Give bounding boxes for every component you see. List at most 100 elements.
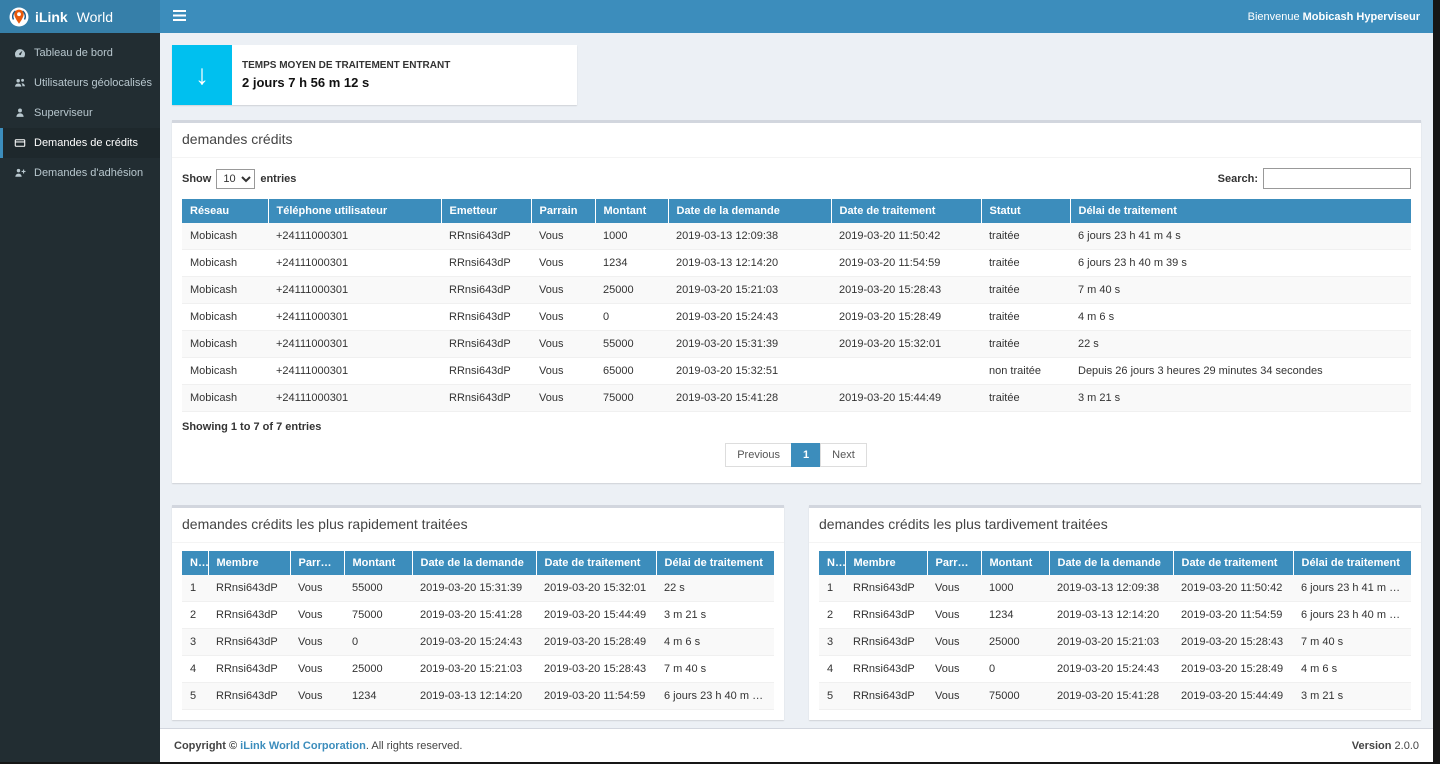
- table-cell: Vous: [290, 656, 344, 683]
- sidebar-menu: Tableau de bord Utilisateurs géolocalisé…: [0, 33, 160, 188]
- pagination: Previous 1 Next: [182, 439, 1411, 473]
- table-cell: 2019-03-20 11:54:59: [831, 250, 981, 277]
- column-header[interactable]: Membre: [845, 551, 927, 575]
- table-cell: Mobicash: [182, 304, 268, 331]
- column-header[interactable]: Délai de traitement: [1070, 199, 1411, 223]
- table-row: 4RRnsi643dPVous02019-03-20 15:24:432019-…: [819, 656, 1411, 683]
- sidebar-item-tableau-de-bord[interactable]: Tableau de bord: [0, 38, 160, 68]
- column-header[interactable]: Délai de traitement: [656, 551, 774, 575]
- table-cell: [831, 358, 981, 385]
- copyright-label: Copyright ©: [174, 740, 237, 752]
- column-header[interactable]: Date de traitement: [536, 551, 656, 575]
- table-row: 5RRnsi643dPVous12342019-03-13 12:14:2020…: [182, 683, 774, 710]
- table-cell: traitée: [981, 223, 1070, 250]
- table-cell: 2019-03-20 15:31:39: [668, 331, 831, 358]
- table-cell: Vous: [531, 277, 595, 304]
- table-cell: 1: [182, 575, 208, 602]
- column-header[interactable]: Téléphone utilisateur: [268, 199, 441, 223]
- table-cell: 5: [819, 683, 845, 710]
- sidebar-item-demandes-de-credits[interactable]: Demandes de crédits: [0, 128, 160, 158]
- table-cell: RRnsi643dP: [208, 683, 290, 710]
- column-header[interactable]: N°: [819, 551, 845, 575]
- column-header[interactable]: Parrain: [290, 551, 344, 575]
- table-row: Mobicash+24111000301RRnsi643dPVous123420…: [182, 250, 1411, 277]
- header-row: N°MembreParrainMontantDate de la demande…: [182, 551, 774, 575]
- search-control: Search:: [1218, 168, 1411, 189]
- table-cell: 25000: [344, 656, 412, 683]
- column-header[interactable]: Réseau: [182, 199, 268, 223]
- table-cell: 3: [819, 629, 845, 656]
- box-body: N°MembreParrainMontantDate de la demande…: [809, 543, 1421, 720]
- table-cell: Vous: [290, 575, 344, 602]
- search-input[interactable]: [1263, 168, 1411, 189]
- box-title: demandes crédits les plus rapidement tra…: [182, 516, 468, 532]
- table-cell: 2019-03-20 15:24:43: [668, 304, 831, 331]
- page-length-select[interactable]: 10: [216, 169, 255, 189]
- header-row: N°MembreParrainMontantDate de la demande…: [819, 551, 1411, 575]
- table-cell: 22 s: [656, 575, 774, 602]
- table-cell: traitée: [981, 385, 1070, 412]
- table-row: 4RRnsi643dPVous250002019-03-20 15:21:032…: [182, 656, 774, 683]
- table-cell: Mobicash: [182, 358, 268, 385]
- welcome-user: Mobicash Hyperviseur: [1303, 11, 1420, 23]
- table-cell: 3 m 21 s: [656, 602, 774, 629]
- column-header[interactable]: Date de la demande: [412, 551, 536, 575]
- table-cell: Mobicash: [182, 277, 268, 304]
- table-cell: RRnsi643dP: [845, 602, 927, 629]
- table-cell: traitée: [981, 331, 1070, 358]
- sidebar-item-utilisateurs-geolocalises[interactable]: Utilisateurs géolocalisés: [0, 68, 160, 98]
- column-header[interactable]: Parrain: [531, 199, 595, 223]
- column-header[interactable]: Délai de traitement: [1293, 551, 1411, 575]
- column-header[interactable]: Date de la demande: [1049, 551, 1173, 575]
- search-label: Search:: [1218, 173, 1258, 185]
- table-cell: 2019-03-13 12:14:20: [412, 683, 536, 710]
- brand-logo[interactable]: iLinkWorld: [0, 0, 160, 33]
- box-body: N°MembreParrainMontantDate de la demande…: [172, 543, 784, 720]
- welcome-prefix: Bienvenue: [1248, 11, 1300, 23]
- top-navbar: BienvenueMobicash Hyperviseur: [160, 0, 1433, 33]
- column-header[interactable]: Statut: [981, 199, 1070, 223]
- sidebar-item-superviseur[interactable]: Superviseur: [0, 98, 160, 128]
- table-cell: 2: [819, 602, 845, 629]
- app-window: iLinkWorld BienvenueMobicash Hyperviseur: [0, 0, 1433, 762]
- column-header[interactable]: Emetteur: [441, 199, 531, 223]
- column-header[interactable]: Parrain: [927, 551, 981, 575]
- slowest-processed-box: demandes crédits les plus tardivement tr…: [809, 505, 1421, 720]
- table-cell: RRnsi643dP: [208, 629, 290, 656]
- users-icon: [14, 77, 26, 89]
- column-header[interactable]: N°: [182, 551, 208, 575]
- previous-page-button[interactable]: Previous: [725, 443, 792, 467]
- table-cell: 2019-03-20 15:28:49: [1173, 656, 1293, 683]
- sidebar-toggle-button[interactable]: [160, 0, 199, 33]
- table-cell: traitée: [981, 304, 1070, 331]
- table-cell: RRnsi643dP: [441, 385, 531, 412]
- table-cell: +24111000301: [268, 331, 441, 358]
- column-header[interactable]: Montant: [344, 551, 412, 575]
- table-row: Mobicash+24111000301RRnsi643dPVous750002…: [182, 385, 1411, 412]
- column-header[interactable]: Montant: [595, 199, 668, 223]
- table-body: Mobicash+24111000301RRnsi643dPVous100020…: [182, 223, 1411, 412]
- table-row: 3RRnsi643dPVous250002019-03-20 15:21:032…: [819, 629, 1411, 656]
- table-body: 1RRnsi643dPVous10002019-03-13 12:09:3820…: [819, 575, 1411, 710]
- sidebar-item-demandes-adhesion[interactable]: Demandes d'adhésion: [0, 158, 160, 188]
- globe-pin-logo-icon: [9, 7, 29, 27]
- page-1-button[interactable]: 1: [791, 443, 821, 467]
- sidebar-item-label: Demandes de crédits: [34, 137, 138, 149]
- company-link[interactable]: iLink World Corporation: [240, 740, 366, 752]
- column-header[interactable]: Date de la demande: [668, 199, 831, 223]
- table-cell: 6 jours 23 h 41 m 4 s: [1070, 223, 1411, 250]
- table-cell: Mobicash: [182, 250, 268, 277]
- column-header[interactable]: Date de traitement: [1173, 551, 1293, 575]
- info-box-value: 2 jours 7 h 56 m 12 s: [242, 75, 450, 90]
- column-header[interactable]: Membre: [208, 551, 290, 575]
- next-page-button[interactable]: Next: [820, 443, 867, 467]
- user-plus-icon: [14, 167, 26, 179]
- column-header[interactable]: Montant: [981, 551, 1049, 575]
- column-header[interactable]: Date de traitement: [831, 199, 981, 223]
- show-label: Show: [182, 173, 211, 185]
- table-cell: RRnsi643dP: [845, 575, 927, 602]
- table-cell: 2019-03-20 15:28:43: [1173, 629, 1293, 656]
- table-cell: 7 m 40 s: [1293, 629, 1411, 656]
- table-cell: 2019-03-20 15:24:43: [1049, 656, 1173, 683]
- table-cell: Vous: [531, 223, 595, 250]
